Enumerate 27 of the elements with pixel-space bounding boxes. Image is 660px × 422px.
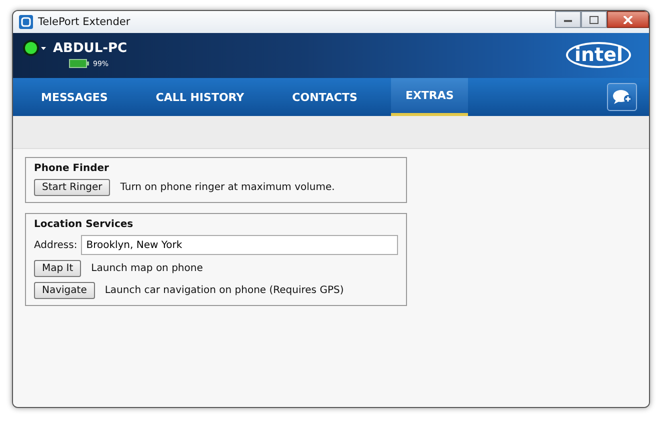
battery-icon [69,59,89,68]
field-label: Address: [34,240,78,250]
nav-tab[interactable]: MESSAGES [27,78,122,116]
maximize-icon [589,16,599,24]
window-title: TelePort Extender [38,16,130,28]
group-title: Location Services [34,219,134,230]
action-button[interactable]: Start Ringer [34,179,110,196]
minimize-button[interactable] [555,11,581,28]
action-button[interactable]: Navigate [34,282,95,299]
nav-tab[interactable]: CALL HISTORY [142,78,258,116]
speech-bubble-icon [612,89,632,105]
new-message-button[interactable] [607,83,637,111]
action-description: Launch car navigation on phone (Requires GPS) [104,285,344,296]
status-dropdown-icon[interactable] [23,39,47,57]
nav-tab[interactable]: CONTACTS [278,78,372,116]
group-title: Phone Finder [34,163,110,174]
device-name: ABDUL-PC [53,40,128,56]
app-icon [19,15,33,29]
close-button[interactable] [607,11,649,28]
logo: intel [566,42,631,68]
nav-tab[interactable]: EXTRAS [391,78,468,116]
action-description: Turn on phone ringer at maximum volume. [120,182,335,193]
action-button[interactable]: Map It [34,260,82,277]
close-icon [623,16,633,24]
action-description: Launch map on phone [91,263,203,274]
maximize-button[interactable] [581,11,607,28]
address-field[interactable]: Brooklyn, New York [81,235,398,255]
